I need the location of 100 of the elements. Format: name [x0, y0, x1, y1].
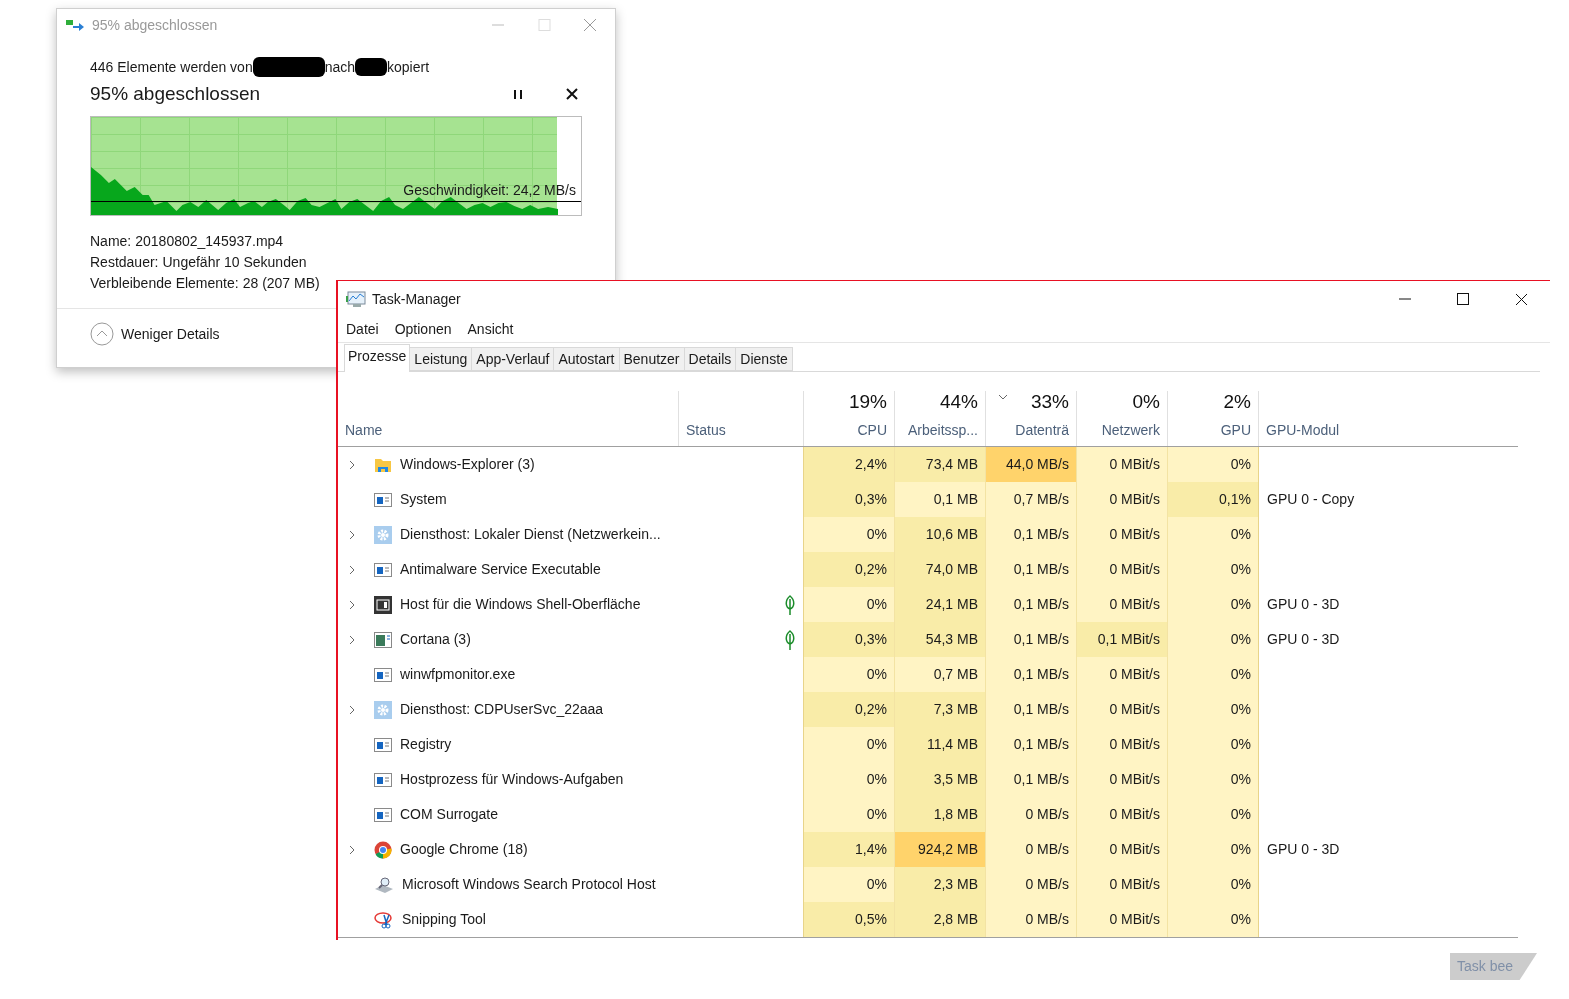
- table-cell: 0%: [1167, 447, 1258, 482]
- process-name[interactable]: Host für die Windows Shell-Oberfläche: [400, 594, 641, 615]
- process-name[interactable]: Hostprozess für Windows-Aufgaben: [400, 769, 624, 790]
- table-cell: 24,1 MB: [894, 587, 985, 622]
- app-window-icon: [374, 666, 392, 683]
- table-cell: 54,3 MB: [894, 622, 985, 657]
- summary-text: 446 Elemente werden von: [90, 57, 253, 77]
- table-cell: 0%: [1167, 797, 1258, 832]
- expand-chevron-icon[interactable]: [347, 844, 357, 855]
- table-cell: 0 MBit/s: [1076, 867, 1167, 902]
- column-header[interactable]: Status: [678, 391, 803, 446]
- table-cell: 0 MBit/s: [1076, 657, 1167, 692]
- table-cell: 0 MB/s: [985, 867, 1076, 902]
- process-name[interactable]: winwfpmonitor.exe: [400, 664, 516, 685]
- table-cell: 2,8 MB: [894, 902, 985, 937]
- table-cell: 0,1 MB/s: [985, 657, 1076, 692]
- process-name[interactable]: Diensthost: Lokaler Dienst (Netzwerkein...: [400, 524, 661, 545]
- expand-chevron-icon[interactable]: [347, 704, 357, 715]
- tab[interactable]: Details: [684, 347, 737, 371]
- process-name[interactable]: Diensthost: CDPUserSvc_22aaa: [400, 699, 604, 720]
- table-cell: 0%: [803, 867, 894, 902]
- table-cell: 0,5%: [803, 902, 894, 937]
- table-cell: 0,1 MB/s: [985, 587, 1076, 622]
- tab[interactable]: Benutzer: [619, 347, 685, 371]
- process-name[interactable]: Microsoft Windows Search Protocol Host: [402, 874, 656, 895]
- detail-value: 28 (207 MB): [242, 274, 320, 293]
- pause-icon[interactable]: [511, 87, 525, 101]
- app-window-icon: [374, 771, 392, 788]
- table-cell: 3,5 MB: [894, 762, 985, 797]
- column-total: 33%: [1030, 389, 1069, 414]
- table-cell: 0%: [1167, 517, 1258, 552]
- expand-chevron-icon[interactable]: [347, 599, 357, 610]
- app-window-icon: [374, 736, 392, 753]
- table-cell-text: GPU 0 - 3D: [1267, 840, 1340, 859]
- table-cell: 0,1 MB: [894, 482, 985, 517]
- menu-item[interactable]: Ansicht: [465, 319, 516, 340]
- column-header[interactable]: 2% GPU: [1167, 391, 1258, 446]
- table-cell: 0 MBit/s: [1076, 587, 1167, 622]
- column-header[interactable]: Name: [338, 391, 678, 446]
- details-toggle[interactable]: Weniger Details: [90, 322, 220, 346]
- speed-label: Geschwindigkeit: 24,2 MB/s: [403, 181, 576, 200]
- search-icon: [374, 875, 394, 894]
- table-cell: 0 MB/s: [985, 902, 1076, 937]
- process-name[interactable]: Windows-Explorer (3): [400, 454, 535, 475]
- table-cell: 0,3%: [803, 482, 894, 517]
- table-cell: 0,1 MB/s: [985, 517, 1076, 552]
- table-cell-text: GPU 0 - 3D: [1267, 595, 1340, 614]
- column-label: GPU-Modul: [1266, 421, 1340, 440]
- expand-chevron-icon[interactable]: [347, 564, 357, 575]
- process-name[interactable]: Registry: [400, 734, 452, 755]
- menu-item[interactable]: Optionen: [392, 319, 454, 340]
- detail-label: Restdauer:: [90, 253, 159, 272]
- table-cell-text: GPU 0 - Copy: [1267, 490, 1355, 509]
- process-name[interactable]: System: [400, 489, 447, 510]
- process-name[interactable]: Antimalware Service Executable: [400, 559, 601, 580]
- table-cell: 0,2%: [803, 692, 894, 727]
- table-cell: 0%: [1167, 832, 1258, 867]
- table-cell: 0%: [1167, 867, 1258, 902]
- table-cell: 0 MBit/s: [1076, 692, 1167, 727]
- column-header[interactable]: 33% Datenträ: [985, 391, 1076, 446]
- tab[interactable]: Autostart: [554, 347, 620, 371]
- table-cell: 1,4%: [803, 832, 894, 867]
- detail-value: Ungefähr 10 Sekunden: [162, 253, 307, 272]
- window-title: 95% abgeschlossen: [92, 15, 218, 35]
- table-cell: 0%: [1167, 587, 1258, 622]
- redaction-mark: [355, 58, 388, 76]
- tab[interactable]: Dienste: [736, 347, 793, 371]
- column-total: 0%: [1132, 389, 1160, 414]
- menu-item[interactable]: Datei: [344, 319, 381, 340]
- process-name[interactable]: Google Chrome (18): [400, 839, 528, 860]
- column-total: 2%: [1223, 389, 1251, 414]
- table-cell: 0,1 MB/s: [985, 692, 1076, 727]
- expand-chevron-icon[interactable]: [347, 634, 357, 645]
- process-name[interactable]: Snipping Tool: [402, 909, 486, 930]
- column-label: Status: [686, 421, 726, 440]
- app-window-icon: [374, 561, 392, 578]
- table-cell: 0,7 MB: [894, 657, 985, 692]
- process-name[interactable]: Cortana (3): [400, 629, 471, 650]
- table-cell: 0,1%: [1167, 482, 1258, 517]
- table-cell: 0%: [1167, 622, 1258, 657]
- column-label: Netzwerk: [1101, 421, 1160, 440]
- expand-chevron-icon[interactable]: [347, 529, 357, 540]
- tab[interactable]: Prozesse: [344, 344, 411, 372]
- app-window-icon: [374, 491, 392, 508]
- close-icon[interactable]: [565, 87, 579, 101]
- table-cell: 0%: [1167, 657, 1258, 692]
- window-icon: [374, 631, 392, 648]
- column-header[interactable]: 19% CPU: [803, 391, 894, 446]
- expand-chevron-icon[interactable]: [347, 459, 357, 470]
- process-name[interactable]: COM Surrogate: [400, 804, 499, 825]
- table-cell: 10,6 MB: [894, 517, 985, 552]
- column-header[interactable]: GPU-Modul: [1258, 391, 1508, 446]
- column-header[interactable]: 0% Netzwerk: [1076, 391, 1167, 446]
- column-header[interactable]: 44% Arbeitssp...: [894, 391, 985, 446]
- table-cell: 73,4 MB: [894, 447, 985, 482]
- table-cell: 0 MBit/s: [1076, 727, 1167, 762]
- tab[interactable]: Leistung: [410, 347, 473, 371]
- tab[interactable]: App-Verlauf: [472, 347, 555, 371]
- table-cell: 1,8 MB: [894, 797, 985, 832]
- table-cell: 0 MBit/s: [1076, 482, 1167, 517]
